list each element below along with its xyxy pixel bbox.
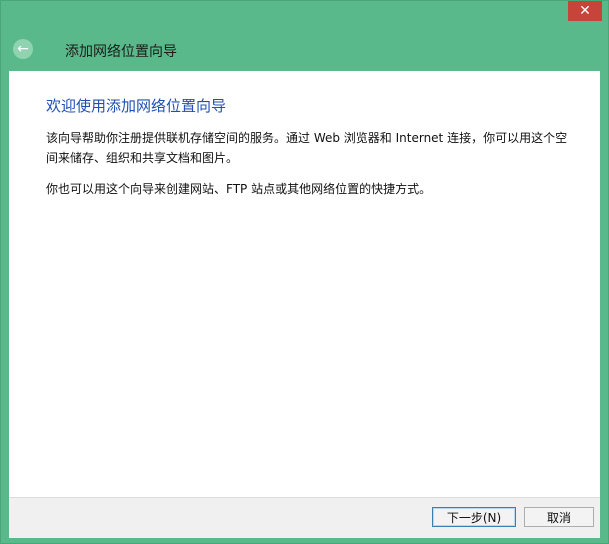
back-button[interactable]: ← <box>13 39 33 59</box>
wizard-window: ✕ ← 添加网络位置向导 欢迎使用添加网络位置向导 该向导帮助你注册提供联机存储… <box>0 0 609 544</box>
back-arrow-icon: ← <box>17 41 29 57</box>
wizard-header: ← 添加网络位置向导 <box>1 27 609 71</box>
title-bar: ✕ <box>1 1 609 27</box>
description-paragraph-2: 你也可以用这个向导来创建网站、FTP 站点或其他网络位置的快捷方式。 <box>46 182 432 196</box>
content-panel: 欢迎使用添加网络位置向导 该向导帮助你注册提供联机存储空间的服务。通过 Web … <box>9 71 600 497</box>
wizard-title: 添加网络位置向导 <box>65 44 177 60</box>
description-paragraph-1: 该向导帮助你注册提供联机存储空间的服务。通过 Web 浏览器和 Internet… <box>46 131 568 165</box>
cancel-button[interactable]: 取消 <box>524 507 594 527</box>
close-button[interactable]: ✕ <box>568 1 602 21</box>
button-bar: 下一步(N) 取消 <box>9 497 600 538</box>
next-button[interactable]: 下一步(N) <box>432 507 516 527</box>
page-heading: 欢迎使用添加网络位置向导 <box>46 97 227 115</box>
close-icon: ✕ <box>579 3 591 19</box>
